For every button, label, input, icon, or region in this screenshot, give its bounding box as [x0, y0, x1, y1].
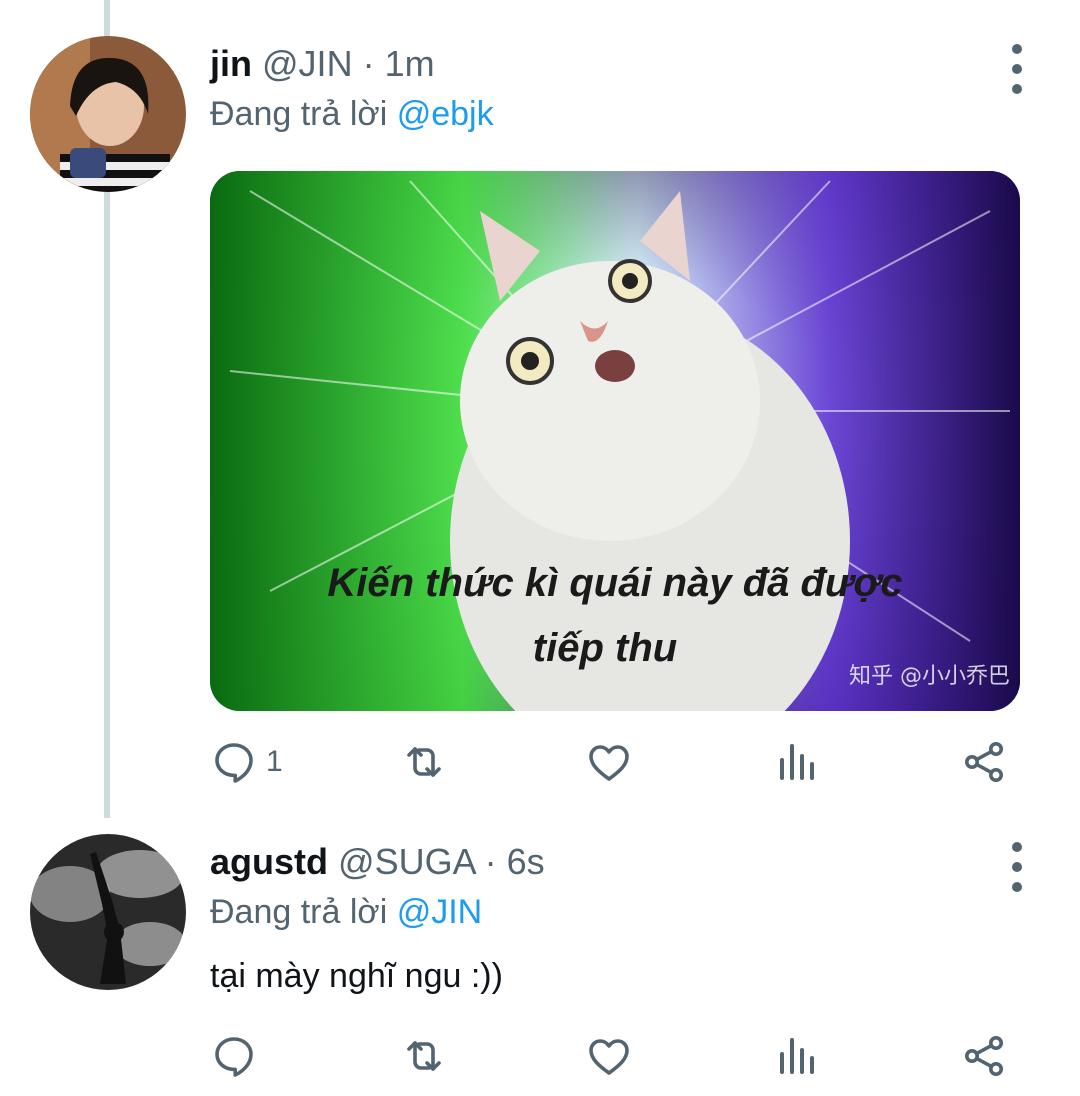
retweet-button[interactable] [400, 1026, 448, 1086]
reply-mention[interactable]: @JIN [397, 893, 483, 931]
reply-context: Đang trả lời @ebjk [210, 92, 494, 136]
reply-prefix: Đang trả lời [210, 95, 388, 133]
share-icon [965, 742, 1003, 782]
user-handle[interactable]: @JIN [262, 43, 353, 84]
views-icon [780, 1038, 814, 1074]
avatar-agustd[interactable] [30, 834, 186, 990]
timestamp[interactable]: 6s [507, 841, 545, 882]
tweet-actions [210, 1026, 1020, 1086]
media-watermark: 知乎 @小小乔巴 [849, 664, 1010, 689]
retweet-icon [407, 1041, 441, 1071]
reply-context: Đang trả lời @JIN [210, 890, 482, 934]
retweet-icon [407, 747, 441, 777]
avatar-jin[interactable] [30, 36, 186, 192]
tweet-agustd[interactable]: agustd @SUGA · 6s Đang trả lời @JIN tại … [0, 818, 1080, 1096]
reply-icon [215, 1037, 253, 1077]
display-name[interactable]: agustd [210, 841, 328, 882]
reply-count: 1 [266, 745, 283, 778]
tweet-media-image[interactable]: Kiến thức kì quái này đã được tiếp thu 知… [210, 171, 1020, 711]
timestamp[interactable]: 1m [385, 43, 435, 84]
media-caption-line1: Kiến thức kì quái này đã được [327, 561, 902, 605]
tweet-header: agustd @SUGA · 6s [210, 840, 545, 884]
display-name[interactable]: jin [210, 43, 252, 84]
retweet-button[interactable] [400, 732, 448, 792]
more-options-icon[interactable] [1000, 842, 1034, 892]
tweet-text: tại mày nghĩ ngu :)) [210, 957, 503, 995]
views-icon [780, 744, 814, 780]
like-button[interactable] [585, 732, 633, 792]
separator-dot: · [362, 43, 375, 84]
reply-button[interactable]: 1 [210, 732, 283, 792]
share-button[interactable] [960, 1026, 1008, 1086]
reply-button[interactable] [210, 1026, 266, 1086]
share-icon [965, 1036, 1003, 1076]
more-options-icon[interactable] [1000, 44, 1034, 94]
tweet-header: jin @JIN · 1m [210, 42, 435, 86]
tweet-jin[interactable]: jin @JIN · 1m Đang trả lời @ebjk Kiến th… [0, 0, 1080, 818]
like-icon [589, 745, 629, 781]
reply-icon [215, 743, 253, 783]
views-button[interactable] [772, 732, 820, 792]
media-caption-line2: tiếp thu [533, 626, 677, 670]
separator-dot: · [484, 841, 497, 882]
share-button[interactable] [960, 732, 1008, 792]
views-button[interactable] [772, 1026, 820, 1086]
reply-prefix: Đang trả lời [210, 893, 388, 931]
like-button[interactable] [585, 1026, 633, 1086]
reply-mention[interactable]: @ebjk [397, 95, 494, 133]
tweet-actions: 1 [210, 732, 1020, 792]
user-handle[interactable]: @SUGA [338, 841, 475, 882]
like-icon [589, 1039, 629, 1075]
